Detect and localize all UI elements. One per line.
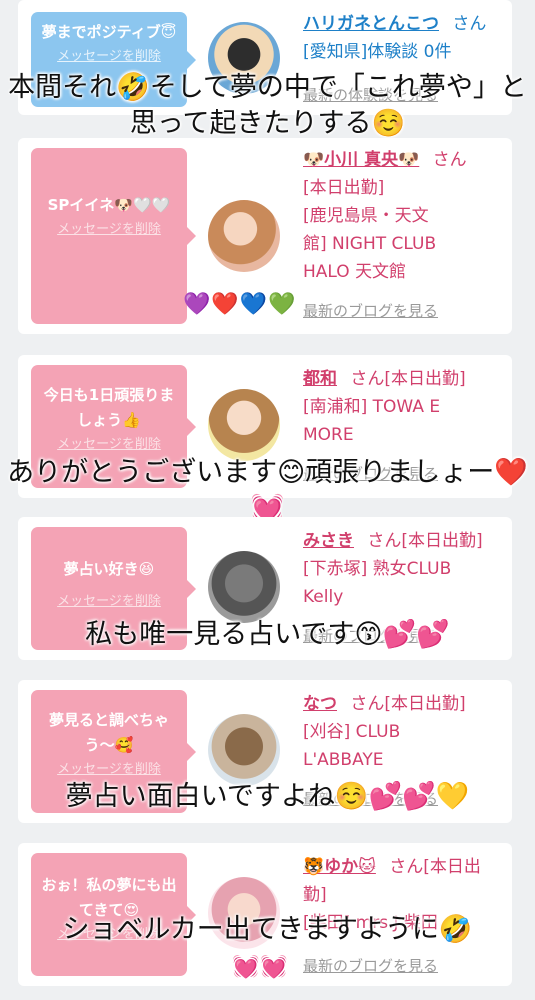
profile-detail: [愛知県]体験談 0件 [303, 42, 452, 62]
avatar[interactable] [208, 714, 280, 786]
avatar[interactable] [208, 551, 280, 623]
profile-detail: [本日出勤] [303, 178, 385, 198]
profile-name[interactable]: みさき [303, 531, 354, 551]
honorific: さん[本日出 [389, 857, 481, 877]
profile-detail: [南浦和] TOWA E [303, 397, 441, 417]
profile-name[interactable]: ハリガネとんこつ [303, 14, 439, 34]
delete-message-link[interactable]: メッセージを削除 [39, 45, 179, 64]
profile-detail: MORE [303, 425, 354, 445]
profile-detail: Kelly [303, 587, 344, 607]
blog-link[interactable]: 最新のブログを見る [303, 955, 438, 976]
avatar[interactable] [208, 389, 280, 461]
honorific: さん [452, 14, 487, 34]
delete-message-link[interactable]: メッセージを削除 [39, 590, 179, 609]
caption-overlay: 夢占い面白いですよね☺️💕💕💛 [65, 781, 470, 812]
caption-overlay: 本間それ🤣そして夢の中で「これ夢や」と思って起きたりする☺️ [8, 72, 527, 139]
caption-overlay: 私も唯一見る占いです😙💕💕 [85, 619, 450, 650]
honorific: さん[本日出勤] [350, 694, 466, 714]
delete-message-link[interactable]: メッセージを削除 [39, 218, 179, 237]
profile-detail: 勤] [303, 885, 327, 905]
honorific: さん[本日出勤] [350, 369, 466, 389]
profile-detail: L'ABBAYE [303, 750, 384, 770]
avatar[interactable] [208, 200, 280, 272]
profile-detail: 館] NIGHT CLUB [303, 234, 437, 254]
blog-link[interactable]: 最新のブログを見る [303, 300, 438, 321]
bubble-message: 今日も1日頑張りましょう👍 [43, 386, 175, 429]
profile-detail: [鹿児島県・天文 [303, 206, 429, 226]
bubble-message: 夢占い好き😆 [63, 560, 155, 578]
bubble-message: SPイイネ🐶🤍🤍 [47, 196, 171, 214]
profile-name[interactable]: 都和 [303, 369, 337, 389]
profile-name[interactable]: 🐯ゆか🐱 [303, 857, 376, 877]
delete-message-link[interactable]: メッセージを削除 [39, 758, 179, 777]
profile-name[interactable]: 🐶小川 真央🐶 [303, 150, 419, 170]
profile-detail: [下赤塚] 熟女CLUB [303, 559, 452, 579]
hearts-sticker: 💜❤️💙💚 [183, 292, 297, 317]
delete-message-link[interactable]: メッセージを削除 [39, 433, 179, 452]
honorific: さん [432, 150, 467, 170]
profile-detail: HALO 天文館 [303, 262, 407, 282]
message-bubble: SPイイネ🐶🤍🤍 メッセージを削除 [31, 148, 196, 324]
bubble-message: 夢までポジティブ😇 [41, 23, 177, 41]
caption-overlay: ショベルカー出てきますように🤣 [62, 914, 473, 945]
bubble-message: 夢見ると調べちゃう〜🥰 [48, 711, 169, 754]
profile-detail: [刈谷] CLUB [303, 722, 401, 742]
profile-name[interactable]: なつ [303, 694, 337, 714]
hearts-sticker: 💓💓 [232, 955, 289, 980]
honorific: さん[本日出勤] [367, 531, 483, 551]
